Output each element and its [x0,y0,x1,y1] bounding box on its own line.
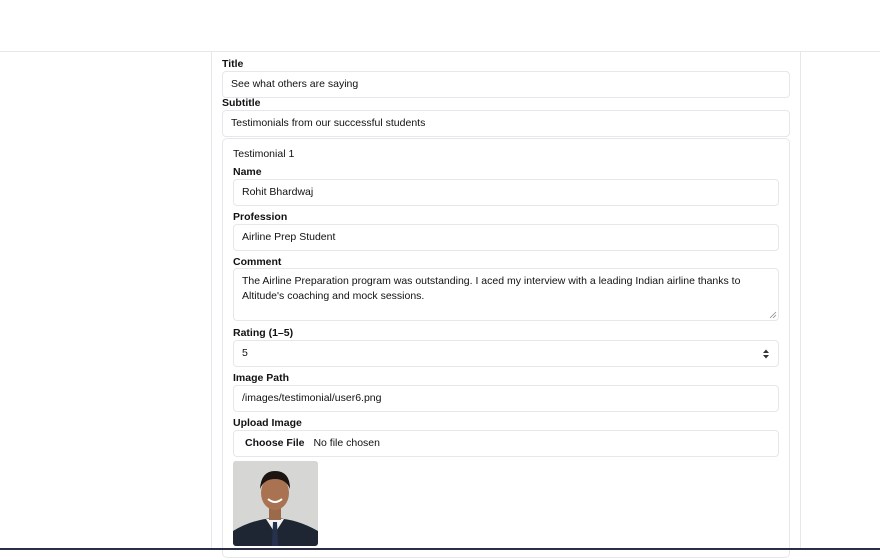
name-input[interactable]: Rohit Bhardwaj [233,179,779,206]
testimonial-heading: Testimonial 1 [233,148,295,160]
profession-label: Profession [233,211,288,223]
profession-input[interactable]: Airline Prep Student [233,224,779,251]
title-input[interactable]: See what others are saying [222,71,790,98]
subtitle-input[interactable]: Testimonials from our successful student… [222,110,790,137]
name-label: Name [233,166,262,178]
top-header-bar [0,0,880,52]
subtitle-label: Subtitle [222,97,261,109]
file-upload-input[interactable]: Choose File No file chosen [233,430,779,457]
file-status-text: No file chosen [313,437,380,449]
comment-text: The Airline Preparation program was outs… [242,275,741,302]
number-spinner-icon[interactable] [762,348,770,360]
resize-grip-icon[interactable] [769,311,777,319]
comment-textarea[interactable]: The Airline Preparation program was outs… [233,268,779,321]
image-path-label: Image Path [233,372,290,384]
upload-image-label: Upload Image [233,417,302,429]
rating-value: 5 [242,347,248,359]
title-label: Title [222,58,244,70]
image-path-input[interactable]: /images/testimonial/user6.png [233,385,779,412]
rating-input[interactable]: 5 [233,340,779,367]
user-portrait-image [233,461,318,546]
testimonial-photo-preview [233,461,318,546]
choose-file-button[interactable]: Choose File [245,437,305,449]
rating-label: Rating (1–5) [233,327,294,339]
